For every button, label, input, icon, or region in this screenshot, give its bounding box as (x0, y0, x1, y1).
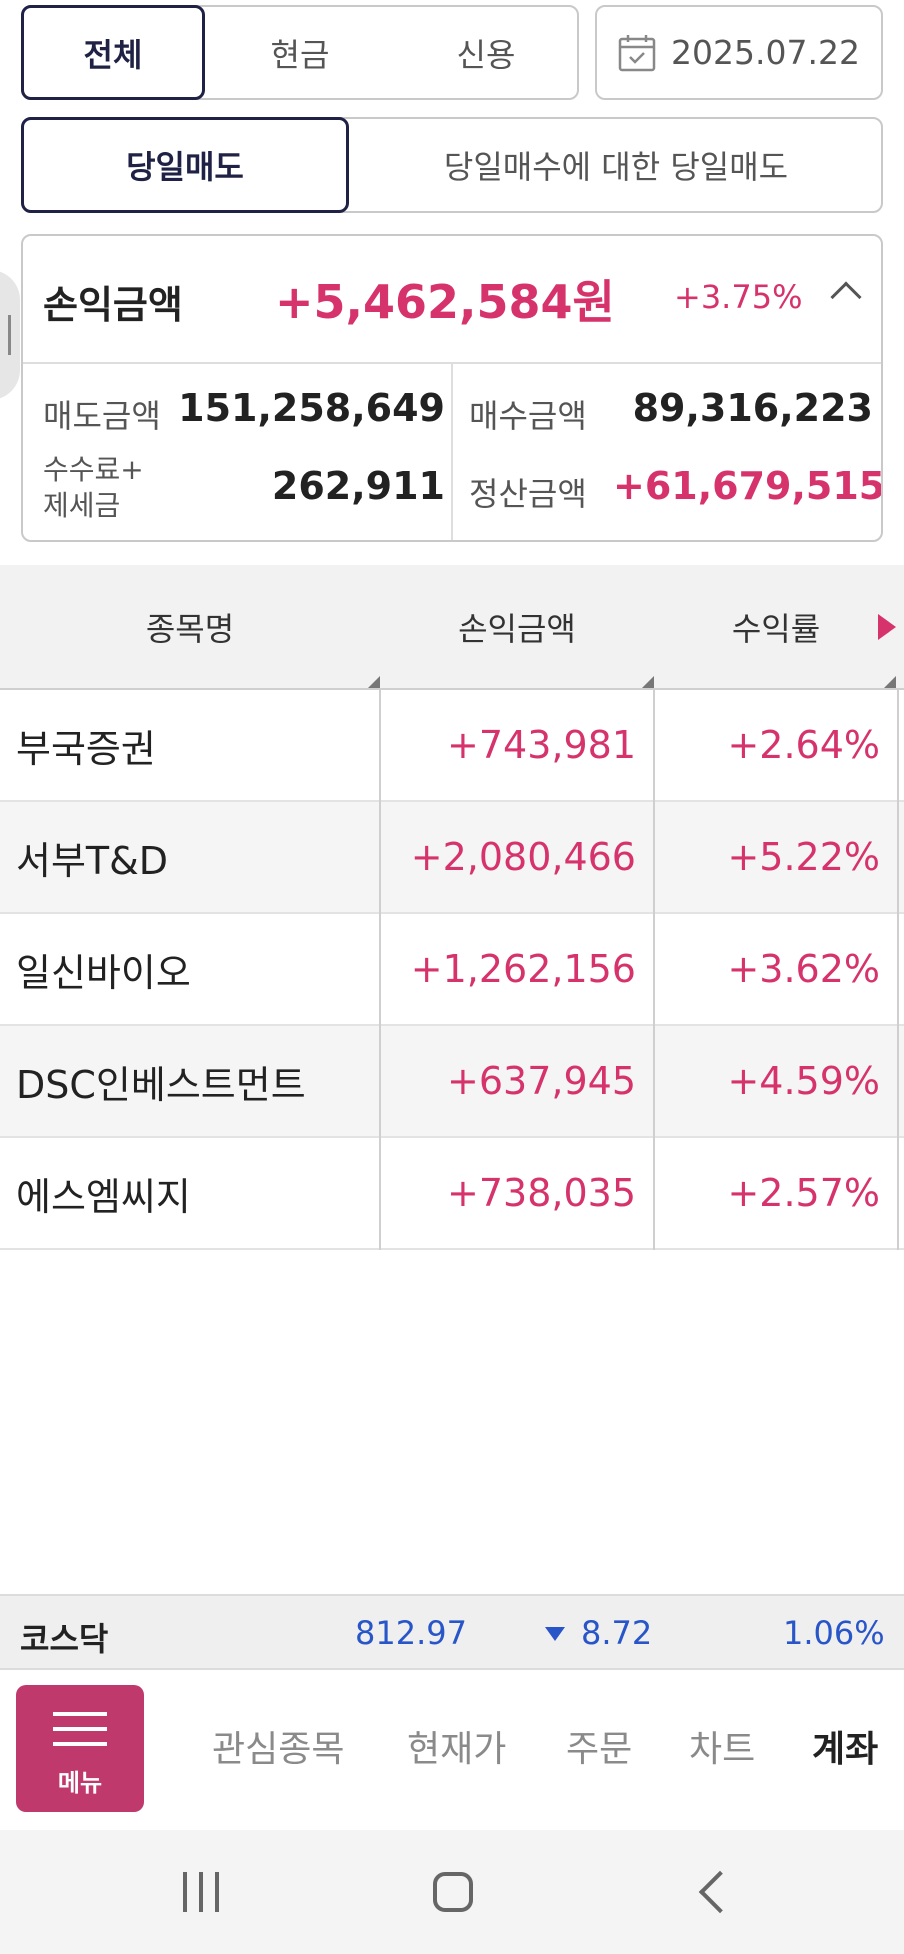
stock-name: DSC인베스트먼트 (16, 1062, 306, 1107)
stock-pnl: +637,945 (447, 1059, 636, 1103)
system-navigation-bar (0, 1830, 904, 1954)
sell-amount-label: 매도금액 (43, 397, 161, 435)
column-divider (653, 690, 655, 1250)
table-header: 종목명 손익금액 수익률 (0, 565, 904, 690)
market-index-bar[interactable]: 코스닥 812.97 8.72 1.06% (0, 1594, 904, 1670)
tab-sameday-buy-sell[interactable]: 당일매수에 대한 당일매도 (351, 119, 881, 211)
stock-name: 에스엠씨지 (16, 1174, 191, 1219)
summary-divider (451, 364, 453, 540)
sort-corner-icon (884, 676, 896, 688)
index-value: 812.97 (355, 1614, 467, 1652)
table-row[interactable]: 부국증권 +743,981 +2.64% (0, 690, 904, 802)
hamburger-icon (53, 1727, 107, 1731)
stock-pnl: +743,981 (447, 723, 636, 767)
nav-order[interactable]: 주문 (566, 1720, 632, 1772)
summary-amount: +5,462,584원 (275, 275, 615, 329)
sort-corner-icon (368, 676, 380, 688)
stock-return: +2.64% (727, 723, 880, 767)
summary-title: 손익금액 (43, 283, 183, 327)
account-type-filter: 전체 현금 신용 (21, 5, 579, 100)
menu-button[interactable]: 메뉴 (16, 1685, 144, 1812)
table-row[interactable]: 서부T&D +2,080,466 +5.22% (0, 802, 904, 914)
back-icon[interactable] (698, 1870, 742, 1914)
chevron-up-icon[interactable] (830, 281, 862, 313)
home-icon[interactable] (433, 1872, 473, 1912)
table-row[interactable]: DSC인베스트먼트 +637,945 +4.59% (0, 1026, 904, 1138)
stock-pnl: +1,262,156 (410, 947, 636, 991)
fee-tax-value: 262,911 (271, 464, 445, 508)
hamburger-icon (53, 1742, 107, 1746)
down-arrow-icon (545, 1627, 565, 1641)
date-value: 2025.07.22 (671, 33, 860, 72)
stock-name: 부국증권 (16, 726, 156, 771)
buy-amount-value: 89,316,223 (632, 386, 873, 430)
stock-return: +3.62% (727, 947, 880, 991)
stock-pnl: +2,080,466 (410, 835, 636, 879)
menu-label: 메뉴 (57, 1769, 103, 1797)
index-change: 8.72 (581, 1614, 653, 1652)
table-row[interactable]: 에스엠씨지 +738,035 +2.57% (0, 1138, 904, 1250)
date-picker[interactable]: 2025.07.22 (595, 5, 883, 100)
summary-header[interactable]: 손익금액 +5,462,584원 +3.75% (23, 236, 881, 364)
nav-quote[interactable]: 현재가 (407, 1720, 506, 1772)
sell-mode-filter: 당일매도 당일매수에 대한 당일매도 (21, 117, 883, 213)
profit-summary-card: 손익금액 +5,462,584원 +3.75% 매도금액 151,258,649… (21, 234, 883, 542)
index-change-percent: 1.06% (783, 1614, 885, 1652)
fee-label-line1: 수수료+ (43, 453, 144, 486)
stock-return: +5.22% (727, 835, 880, 879)
index-name: 코스닥 (20, 1620, 109, 1658)
nav-chart[interactable]: 차트 (689, 1720, 755, 1772)
side-drawer-handle[interactable] (0, 270, 20, 400)
summary-percent: +3.75% (674, 278, 803, 316)
stock-pnl: +738,035 (447, 1171, 636, 1215)
fee-label-line2: 제세금 (43, 489, 121, 522)
table-row[interactable]: 일신바이오 +1,262,156 +3.62% (0, 914, 904, 1026)
scroll-right-icon[interactable] (878, 614, 896, 640)
stock-name: 서부T&D (16, 838, 169, 883)
tab-credit[interactable]: 신용 (393, 7, 579, 98)
column-divider (897, 690, 899, 1250)
header-stock-name[interactable]: 종목명 (0, 565, 380, 688)
settlement-amount-label: 정산금액 (469, 475, 587, 513)
stock-name: 일신바이오 (16, 950, 191, 995)
sell-amount-value: 151,258,649 (178, 386, 445, 430)
settlement-amount-value: +61,679,515 (613, 464, 883, 508)
recent-apps-icon[interactable] (181, 1872, 221, 1912)
stock-return: +2.57% (727, 1171, 880, 1215)
tab-all[interactable]: 전체 (21, 5, 205, 100)
nav-watchlist[interactable]: 관심종목 (212, 1720, 344, 1772)
hamburger-icon (53, 1712, 107, 1716)
tab-cash[interactable]: 현금 (207, 7, 393, 98)
nav-account[interactable]: 계좌 (812, 1720, 878, 1772)
column-divider (379, 690, 381, 1250)
buy-amount-label: 매수금액 (469, 397, 587, 435)
header-return-rate[interactable]: 수익률 (654, 565, 898, 688)
calendar-icon (618, 34, 656, 71)
tab-sameday-sell[interactable]: 당일매도 (21, 117, 349, 213)
stock-return: +4.59% (727, 1059, 880, 1103)
fee-tax-label: 수수료+ 제세금 (43, 452, 144, 524)
sort-corner-icon (642, 676, 654, 688)
header-pnl[interactable]: 손익금액 (380, 565, 654, 688)
bottom-navigation: 메뉴 관심종목 현재가 주문 차트 계좌 (0, 1670, 904, 1830)
